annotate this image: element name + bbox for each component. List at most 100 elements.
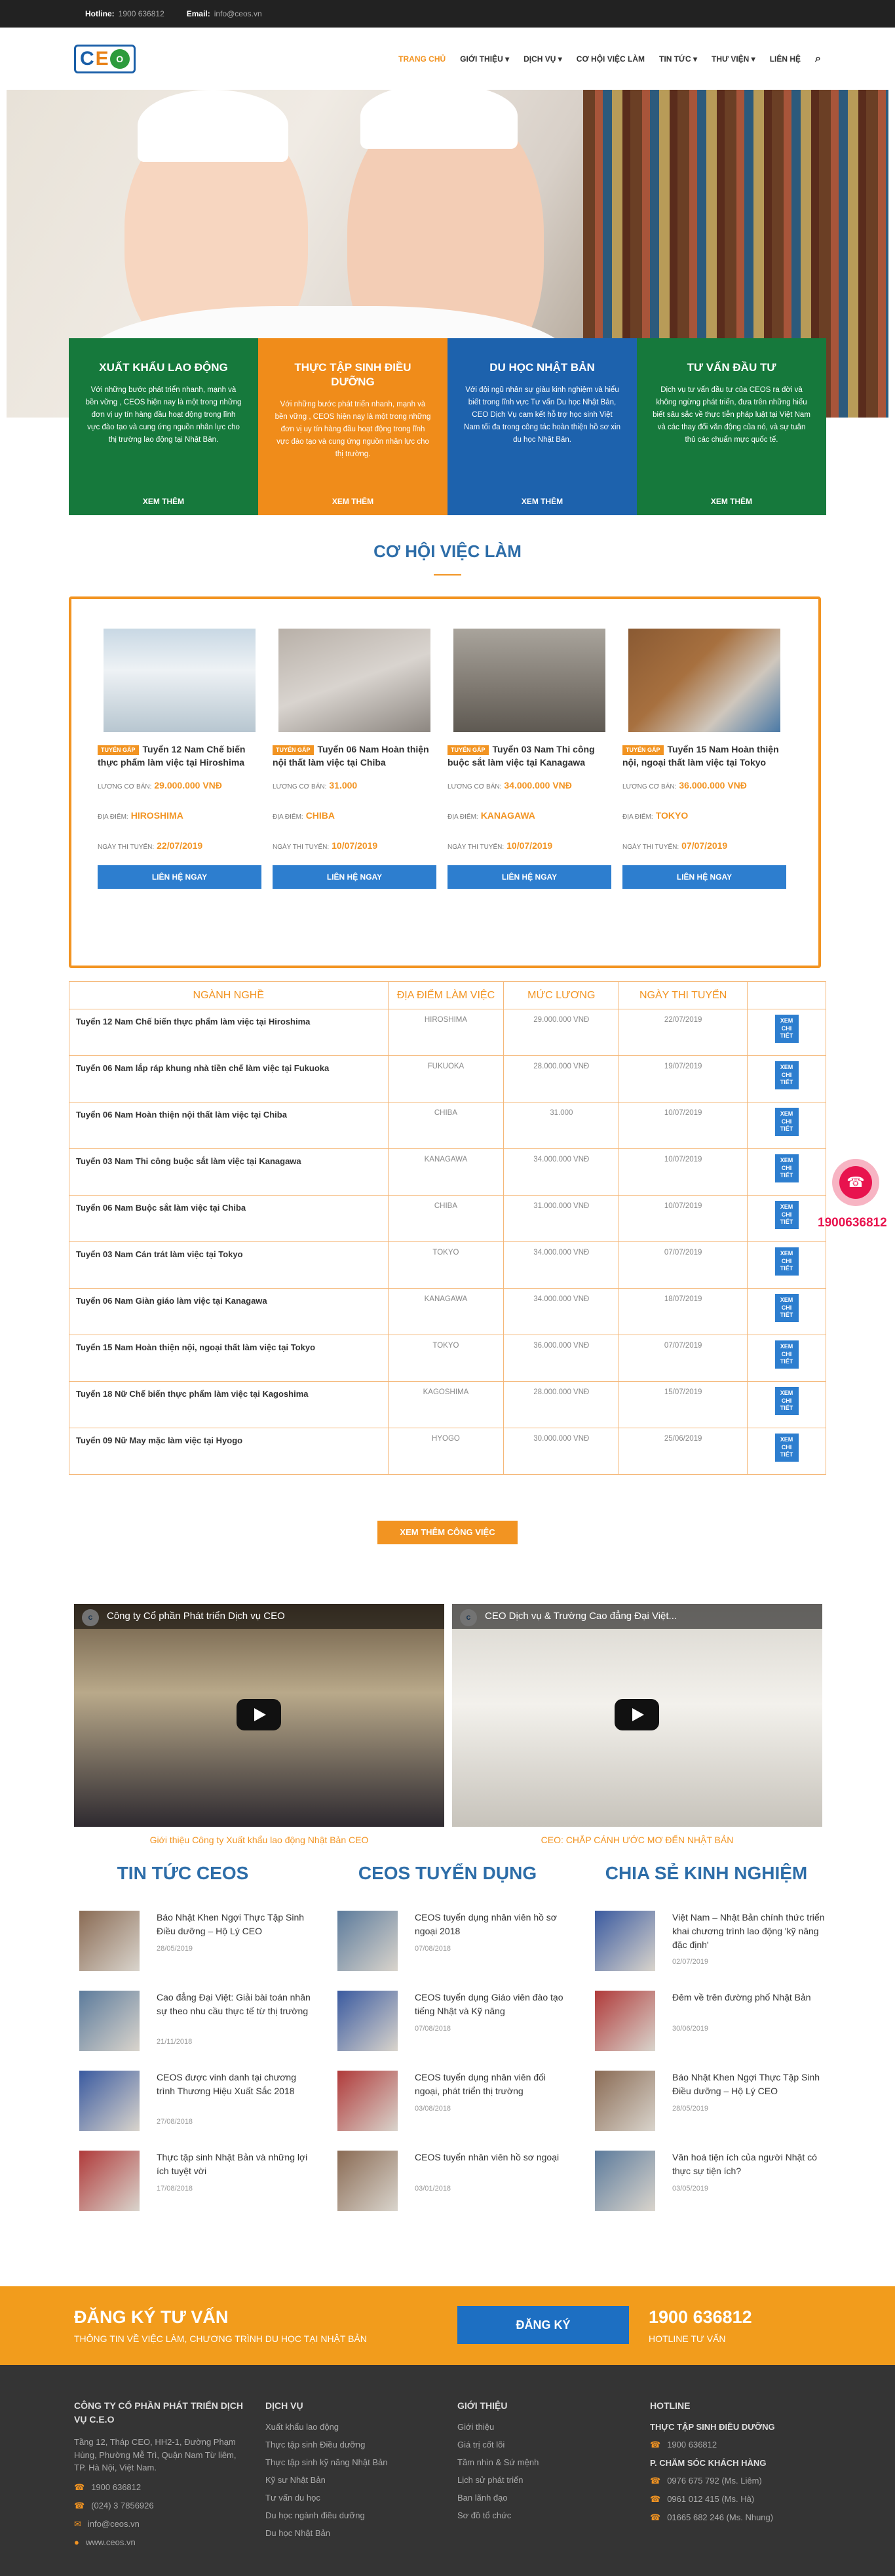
- register-button[interactable]: ĐĂNG KÝ: [457, 2306, 629, 2344]
- service-more-link[interactable]: XEM THÊM: [258, 497, 447, 506]
- news-thumbnail[interactable]: [79, 1911, 140, 1971]
- contact-now-button[interactable]: LIÊN HỆ NGAY: [622, 865, 786, 889]
- job-name-cell[interactable]: Tuyển 09 Nữ May mặc làm việc tại Hyogo: [69, 1428, 389, 1475]
- job-name-cell[interactable]: Tuyển 15 Nam Hoàn thiện nội, ngoại thất …: [69, 1335, 389, 1382]
- service-more-link[interactable]: XEM THÊM: [69, 497, 258, 506]
- job-image[interactable]: [628, 629, 780, 732]
- footer-link[interactable]: Giá trị cốt lõi: [457, 2440, 641, 2449]
- news-thumbnail[interactable]: [337, 1991, 398, 2051]
- play-button-icon[interactable]: [237, 1699, 281, 1730]
- search-icon[interactable]: ⌕: [815, 53, 821, 65]
- news-thumbnail[interactable]: [595, 2071, 655, 2131]
- footer-link[interactable]: Tư vấn du học: [265, 2493, 449, 2503]
- job-image[interactable]: [104, 629, 256, 732]
- news-title-link[interactable]: CEOS tuyển nhân viên hồ sơ ngoại: [415, 2151, 559, 2164]
- video-player[interactable]: C Công ty Cổ phần Phát triển Dịch vụ CEO: [74, 1604, 444, 1827]
- news-thumbnail[interactable]: [595, 1911, 655, 1971]
- job-image[interactable]: [453, 629, 605, 732]
- news-title-link[interactable]: Văn hoá tiện ích của người Nhật có thực …: [672, 2151, 831, 2178]
- footer-phone[interactable]: 0961 012 415 (Ms. Hà): [667, 2494, 754, 2504]
- service-more-link[interactable]: XEM THÊM: [447, 497, 637, 506]
- news-thumbnail[interactable]: [79, 2071, 140, 2131]
- view-detail-button[interactable]: XEM CHI TIẾT: [774, 1294, 799, 1323]
- footer-link[interactable]: Du học ngành điều dưỡng: [265, 2510, 449, 2520]
- video-title[interactable]: CEO Dịch vụ & Trường Cao đẳng Đại Việt..…: [452, 1604, 822, 1629]
- news-title-link[interactable]: CEOS được vinh danh tại chương trình Thư…: [157, 2071, 315, 2098]
- cta-phone[interactable]: 1900 636812: [649, 2307, 752, 2328]
- news-thumbnail[interactable]: [337, 2151, 398, 2211]
- view-detail-button[interactable]: XEM CHI TIẾT: [774, 1387, 799, 1416]
- logo[interactable]: CEO: [74, 44, 136, 73]
- footer-phone[interactable]: 1900 636812: [91, 2482, 141, 2492]
- contact-now-button[interactable]: LIÊN HỆ NGAY: [447, 865, 611, 889]
- view-detail-button[interactable]: XEM CHI TIẾT: [774, 1201, 799, 1230]
- floating-phone-number[interactable]: 1900636812: [818, 1216, 887, 1230]
- footer-link[interactable]: Thực tập sinh kỹ năng Nhật Bản: [265, 2457, 449, 2467]
- nav-about[interactable]: GIỚI THIỆU ▾: [460, 54, 509, 64]
- nav-jobs[interactable]: CƠ HỘI VIỆC LÀM: [577, 54, 645, 64]
- contact-now-button[interactable]: LIÊN HỆ NGAY: [273, 865, 436, 889]
- news-thumbnail[interactable]: [595, 1991, 655, 2051]
- footer-link[interactable]: Du học Nhật Bản: [265, 2528, 449, 2538]
- service-more-link[interactable]: XEM THÊM: [637, 497, 826, 506]
- news-title-link[interactable]: Đêm về trên đường phố Nhật Bản: [672, 1991, 811, 2004]
- view-detail-button[interactable]: XEM CHI TIẾT: [774, 1340, 799, 1369]
- job-name-cell[interactable]: Tuyển 06 Nam lắp ráp khung nhà tiền chế …: [69, 1055, 389, 1103]
- nav-contact[interactable]: LIÊN HỆ: [770, 54, 801, 64]
- footer-phone[interactable]: (024) 3 7856926: [91, 2501, 153, 2510]
- view-detail-button[interactable]: XEM CHI TIẾT: [774, 1061, 799, 1090]
- footer-link[interactable]: Tầm nhìn & Sứ mệnh: [457, 2457, 641, 2467]
- footer-link[interactable]: Lịch sử phát triển: [457, 2475, 641, 2485]
- news-title-link[interactable]: Cao đẳng Đại Việt: Giải bài toán nhân sự…: [157, 1991, 315, 2018]
- job-name-cell[interactable]: Tuyển 12 Nam Chế biến thực phẩm làm việc…: [69, 1009, 389, 1056]
- news-thumbnail[interactable]: [337, 1911, 398, 1971]
- footer-phone[interactable]: 1900 636812: [667, 2440, 717, 2449]
- video-title[interactable]: Công ty Cổ phần Phát triển Dịch vụ CEO: [74, 1604, 444, 1629]
- job-name-cell[interactable]: Tuyển 06 Nam Giàn giáo làm việc tại Kana…: [69, 1288, 389, 1335]
- video-player[interactable]: C CEO Dịch vụ & Trường Cao đẳng Đại Việt…: [452, 1604, 822, 1827]
- footer-link[interactable]: Xuất khẩu lao động: [265, 2422, 449, 2432]
- news-title-link[interactable]: CEOS tuyển dụng nhân viên hồ sơ ngoại 20…: [415, 1911, 573, 1938]
- news-title-link[interactable]: Báo Nhật Khen Ngợi Thực Tập Sinh Điều dư…: [672, 2071, 831, 2098]
- job-name-cell[interactable]: Tuyển 06 Nam Hoàn thiện nội thất làm việ…: [69, 1102, 389, 1149]
- more-jobs-button[interactable]: XEM THÊM CÔNG VIỆC: [377, 1521, 518, 1544]
- floating-call-button[interactable]: ☎: [832, 1159, 879, 1206]
- news-thumbnail[interactable]: [79, 2151, 140, 2211]
- news-title-link[interactable]: Việt Nam – Nhật Bản chính thức triển kha…: [672, 1911, 831, 1952]
- news-title-link[interactable]: CEOS tuyển dụng nhân viên đối ngoại, phá…: [415, 2071, 573, 2098]
- footer-link[interactable]: Sơ đồ tổ chức: [457, 2510, 641, 2520]
- footer-link[interactable]: Giới thiệu: [457, 2422, 641, 2432]
- nav-news[interactable]: TIN TỨC ▾: [659, 54, 697, 64]
- footer-phone[interactable]: 01665 682 246 (Ms. Nhung): [667, 2512, 773, 2522]
- news-title-link[interactable]: Báo Nhật Khen Ngợi Thực Tập Sinh Điều dư…: [157, 1911, 315, 1938]
- view-detail-button[interactable]: XEM CHI TIẾT: [774, 1247, 799, 1276]
- email-info[interactable]: Email: info@ceos.vn: [187, 9, 262, 18]
- video-caption[interactable]: Giới thiệu Công ty Xuất khẩu lao động Nh…: [74, 1835, 444, 1845]
- view-detail-button[interactable]: XEM CHI TIẾT: [774, 1154, 799, 1183]
- job-name-cell[interactable]: Tuyển 03 Nam Cán trát làm việc tại Tokyo: [69, 1241, 389, 1289]
- play-button-icon[interactable]: [615, 1699, 659, 1730]
- footer-link[interactable]: Kỹ sư Nhật Bản: [265, 2475, 449, 2485]
- video-caption[interactable]: CEO: CHẮP CÁNH ƯỚC MƠ ĐẾN NHẬT BẢN: [452, 1835, 822, 1845]
- contact-now-button[interactable]: LIÊN HỆ NGAY: [98, 865, 261, 889]
- view-detail-button[interactable]: XEM CHI TIẾT: [774, 1108, 799, 1137]
- news-title-link[interactable]: Thực tập sinh Nhật Bản và những lợi ích …: [157, 2151, 315, 2178]
- news-thumbnail[interactable]: [79, 1991, 140, 2051]
- news-title-link[interactable]: CEOS tuyển dụng Giáo viên đào tạo tiếng …: [415, 1991, 573, 2018]
- view-detail-button[interactable]: XEM CHI TIẾT: [774, 1015, 799, 1044]
- nav-services[interactable]: DỊCH VỤ ▾: [524, 54, 562, 64]
- footer-link[interactable]: Thực tập sinh Điều dưỡng: [265, 2440, 449, 2449]
- nav-home[interactable]: TRANG CHỦ: [398, 54, 446, 64]
- footer-email[interactable]: info@ceos.vn: [88, 2519, 140, 2529]
- job-name-cell[interactable]: Tuyển 18 Nữ Chế biến thực phẩm làm việc …: [69, 1381, 389, 1428]
- job-name-cell[interactable]: Tuyển 06 Nam Buộc sắt làm việc tại Chiba: [69, 1195, 389, 1242]
- news-thumbnail[interactable]: [337, 2071, 398, 2131]
- job-image[interactable]: [278, 629, 430, 732]
- footer-website[interactable]: www.ceos.vn: [86, 2537, 136, 2547]
- job-name-cell[interactable]: Tuyển 03 Nam Thi công buộc sắt làm việc …: [69, 1148, 389, 1196]
- news-thumbnail[interactable]: [595, 2151, 655, 2211]
- view-detail-button[interactable]: XEM CHI TIẾT: [774, 1434, 799, 1462]
- footer-link[interactable]: Ban lãnh đạo: [457, 2493, 641, 2503]
- nav-library[interactable]: THƯ VIỆN ▾: [712, 54, 755, 64]
- footer-phone[interactable]: 0976 675 792 (Ms. Liêm): [667, 2476, 762, 2486]
